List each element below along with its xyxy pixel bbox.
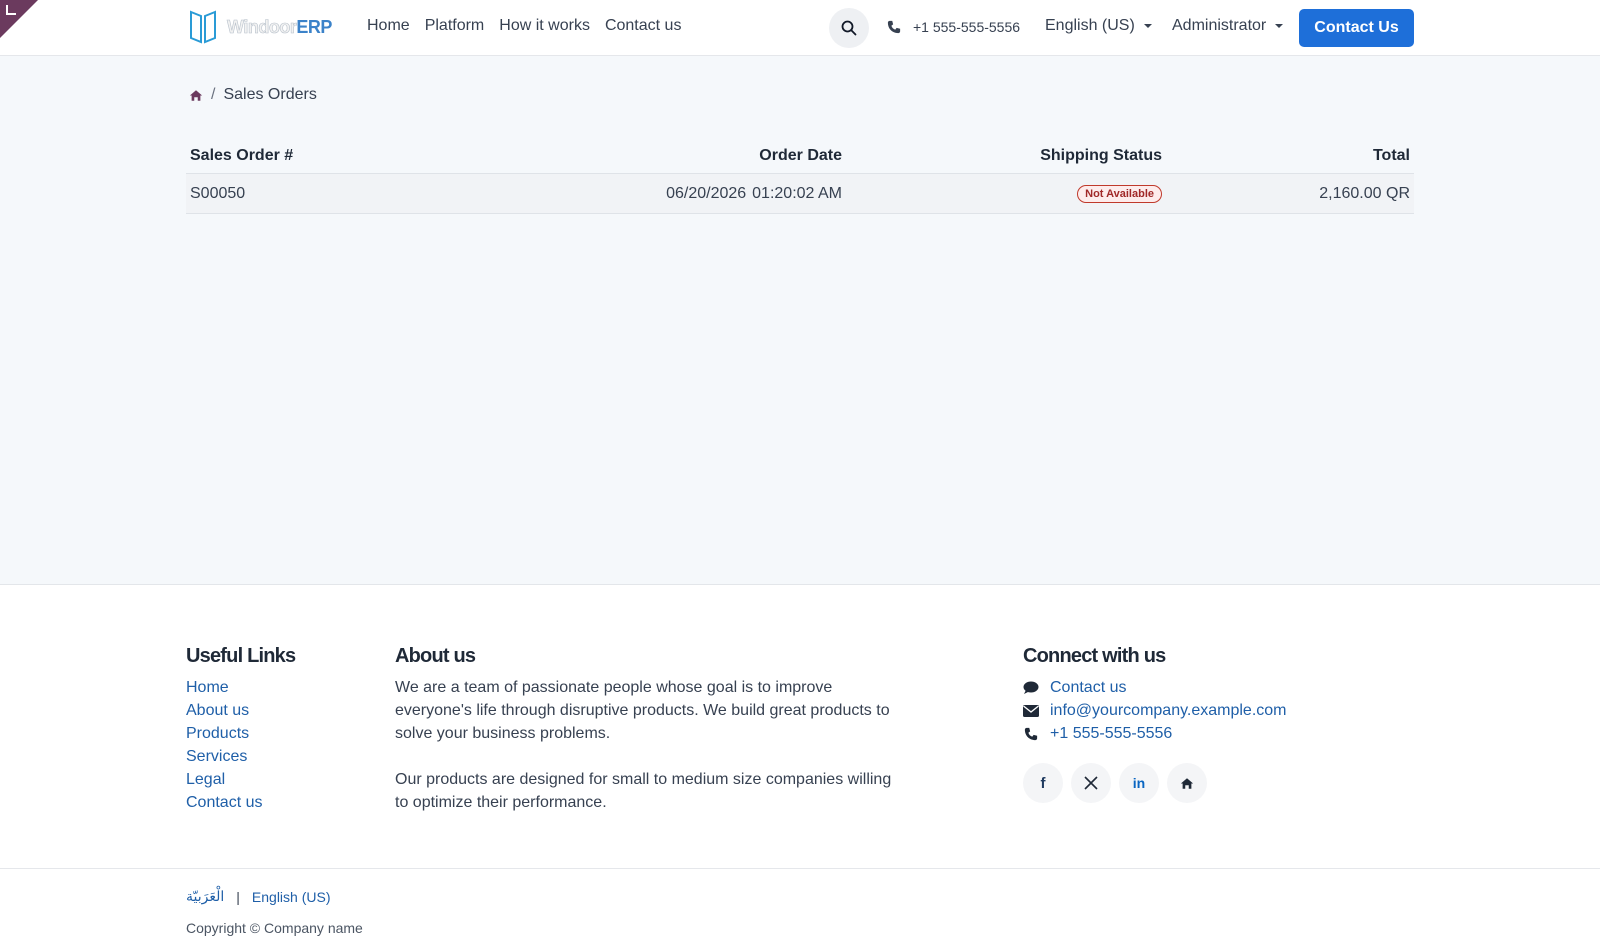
search-icon xyxy=(841,20,857,36)
col-header-total: Total xyxy=(1166,139,1414,174)
order-number-cell[interactable]: S00050 xyxy=(186,173,386,214)
brand-logo[interactable]: WindoorERP xyxy=(189,10,332,44)
top-navbar: WindoorERP Home Platform How it works Co… xyxy=(0,0,1600,56)
order-time: 01:20:02 AM xyxy=(752,184,842,202)
language-arabic-link[interactable]: الْعَرَبيّة xyxy=(186,888,224,905)
connect-phone-link[interactable]: +1 555-555-5556 xyxy=(1050,722,1172,745)
footer-link-about[interactable]: About us xyxy=(186,699,295,722)
status-badge: Not Available xyxy=(1077,185,1162,203)
nav-contact-us[interactable]: Contact us xyxy=(605,17,681,35)
breadcrumb-separator: / xyxy=(211,86,216,103)
language-dropdown[interactable]: English (US) xyxy=(1045,17,1152,35)
facebook-icon[interactable]: f xyxy=(1023,763,1063,803)
footer-link-home[interactable]: Home xyxy=(186,676,295,699)
connect-email-link[interactable]: info@yourcompany.example.com xyxy=(1050,699,1287,722)
nav-platform[interactable]: Platform xyxy=(425,17,485,35)
home-glyph xyxy=(1180,777,1194,789)
col-header-order-date: Order Date xyxy=(386,139,846,174)
copyright-text: Copyright © Company name xyxy=(186,920,363,936)
x-icon[interactable] xyxy=(1071,763,1111,803)
about-paragraph-1: We are a team of passionate people whose… xyxy=(395,679,890,742)
phone-icon xyxy=(1024,727,1038,740)
about-section: About us We are a team of passionate peo… xyxy=(395,645,895,814)
envelope-icon xyxy=(1023,704,1039,717)
search-button[interactable] xyxy=(829,8,869,48)
breadcrumb: / Sales Orders xyxy=(189,86,317,104)
chevron-down-icon xyxy=(1143,24,1152,28)
order-date-cell: 06/20/2026 01:20:02 AM xyxy=(386,173,846,214)
main-content: / Sales Orders Sales Order # Order Date … xyxy=(0,56,1600,585)
table-header-row: Sales Order # Order Date Shipping Status… xyxy=(186,139,1414,174)
connect-contact-link[interactable]: Contact us xyxy=(1050,676,1126,699)
home-icon[interactable] xyxy=(1167,763,1207,803)
language-divider: | xyxy=(236,888,240,905)
footer-link-services[interactable]: Services xyxy=(186,745,295,768)
connect-title: Connect with us xyxy=(1023,645,1166,667)
language-switcher: الْعَرَبيّة | English (US) xyxy=(186,888,331,905)
user-menu-dropdown[interactable]: Administrator xyxy=(1172,17,1284,35)
linkedin-icon[interactable]: in xyxy=(1119,763,1159,803)
main-nav: Home Platform How it works Contact us xyxy=(367,17,696,35)
about-title: About us xyxy=(395,645,476,667)
footer-link-products[interactable]: Products xyxy=(186,722,295,745)
user-name: Administrator xyxy=(1172,17,1267,34)
footer-link-legal[interactable]: Legal xyxy=(186,768,295,791)
useful-links-title: Useful Links xyxy=(186,645,296,667)
window-logo-icon xyxy=(190,10,216,44)
order-date: 06/20/2026 xyxy=(666,184,747,202)
col-header-shipping-status: Shipping Status xyxy=(846,139,1166,174)
shipping-status-cell: Not Available xyxy=(846,173,1166,214)
comment-icon xyxy=(1023,681,1039,694)
order-total-cell: 2,160.00 QR xyxy=(1166,173,1414,214)
breadcrumb-current: Sales Orders xyxy=(223,86,317,103)
corner-toggle-icon[interactable] xyxy=(6,5,16,15)
connect-section: Connect with us Contact us info@yourcomp… xyxy=(1023,645,1287,803)
phone-icon xyxy=(887,20,901,34)
footer-link-contact[interactable]: Contact us xyxy=(186,791,295,814)
header-phone-link[interactable]: +1 555-555-5556 xyxy=(887,19,1020,35)
brand-name-bold: ERP xyxy=(296,16,332,37)
nav-home[interactable]: Home xyxy=(367,17,410,35)
useful-links-section: Useful Links Home About us Products Serv… xyxy=(186,645,296,814)
language-label: English (US) xyxy=(1045,17,1135,34)
col-header-order-number: Sales Order # xyxy=(186,139,386,174)
contact-us-button[interactable]: Contact Us xyxy=(1299,9,1414,47)
about-paragraph-2: Our products are designed for small to m… xyxy=(395,771,892,811)
connect-contact-row: Contact us xyxy=(1023,676,1287,699)
connect-phone-row: +1 555-555-5556 xyxy=(1023,722,1287,745)
header-phone-text: +1 555-555-5556 xyxy=(913,19,1021,35)
social-links: f in xyxy=(1023,763,1287,803)
footer-bottom-bar: الْعَرَبيّة | English (US) Copyright © C… xyxy=(0,868,1600,952)
home-icon[interactable] xyxy=(189,89,203,102)
table-row[interactable]: S00050 06/20/2026 01:20:02 AM Not Availab… xyxy=(186,173,1414,214)
x-logo-glyph xyxy=(1084,776,1098,790)
site-footer: Useful Links Home About us Products Serv… xyxy=(0,585,1600,952)
sales-orders-table: Sales Order # Order Date Shipping Status… xyxy=(186,139,1414,214)
brand-name-light: Windoor xyxy=(227,16,297,37)
connect-email-row: info@yourcompany.example.com xyxy=(1023,699,1287,722)
chevron-down-icon xyxy=(1275,24,1284,28)
language-english-link[interactable]: English (US) xyxy=(252,889,331,905)
nav-how-it-works[interactable]: How it works xyxy=(499,17,590,35)
